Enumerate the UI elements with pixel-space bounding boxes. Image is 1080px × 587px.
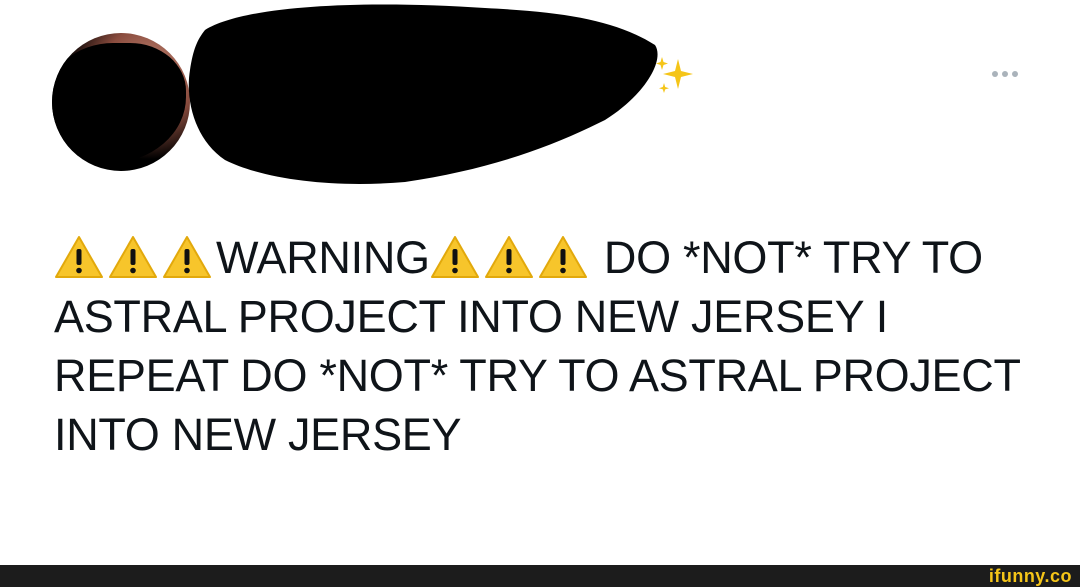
post-text: WARNING DO *NOT* TRY TO ASTRAL PROJECT I… bbox=[54, 228, 1064, 464]
more-dot bbox=[1012, 71, 1018, 77]
post-text-warning: WARNING bbox=[216, 232, 430, 283]
sparkles-icon bbox=[656, 57, 693, 93]
warning-icon bbox=[163, 236, 211, 278]
warning-icon bbox=[538, 236, 587, 278]
avatar-redaction bbox=[52, 43, 186, 163]
watermark-bar: ifunny.co bbox=[0, 565, 1080, 587]
avatar[interactable] bbox=[52, 33, 190, 171]
more-dot bbox=[1002, 71, 1008, 77]
warning-icon bbox=[109, 236, 157, 278]
more-options-button[interactable] bbox=[985, 65, 1025, 83]
warning-icon bbox=[484, 236, 533, 278]
warning-icon bbox=[430, 236, 479, 278]
ifunny-watermark: ifunny.co bbox=[988, 566, 1072, 586]
warning-icon bbox=[55, 236, 103, 278]
more-dot bbox=[992, 71, 998, 77]
redacted-username bbox=[188, 4, 658, 184]
